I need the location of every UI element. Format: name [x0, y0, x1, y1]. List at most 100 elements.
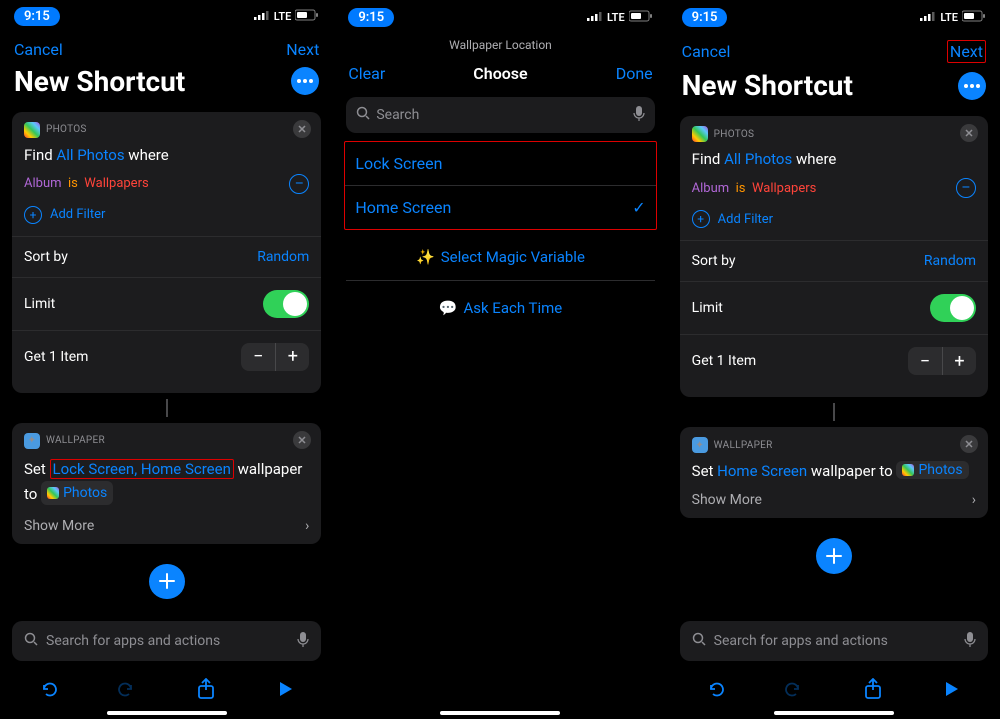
- mic-icon[interactable]: [297, 631, 309, 651]
- share-button[interactable]: [859, 675, 887, 703]
- wallpaper-app-icon: ✦: [24, 433, 40, 449]
- add-filter-button[interactable]: + Add Filter: [24, 206, 309, 224]
- ellipsis-icon: [964, 84, 980, 88]
- get-items-row: Get 1 Item −+: [692, 335, 976, 387]
- undo-button[interactable]: [34, 675, 62, 703]
- show-more-label: Show More: [24, 518, 94, 534]
- card-header: ✦ WALLPAPER: [692, 437, 976, 453]
- filter-row[interactable]: Album is Wallpapers –: [692, 178, 976, 198]
- share-button[interactable]: [192, 675, 220, 703]
- photos-app-icon: [24, 122, 40, 138]
- location-token[interactable]: Home Screen: [717, 462, 807, 480]
- card-app-label: WALLPAPER: [714, 440, 773, 451]
- more-button[interactable]: [291, 67, 319, 95]
- toolbar: [668, 669, 1000, 703]
- next-button[interactable]: Next: [947, 40, 986, 63]
- delete-action-button[interactable]: [293, 431, 311, 449]
- add-filter-button[interactable]: + Add Filter: [692, 210, 976, 228]
- card-header: PHOTOS: [24, 122, 309, 138]
- select-magic-variable-button[interactable]: ✨ Select Magic Variable: [334, 234, 666, 280]
- photos-icon: [902, 464, 914, 476]
- signal-icon: [254, 10, 270, 23]
- nav-bar: Cancel Next: [668, 30, 1000, 69]
- show-more-button[interactable]: Show More ›: [692, 492, 976, 508]
- home-indicator[interactable]: [774, 711, 894, 715]
- filter-field: Album: [24, 176, 62, 191]
- location-token[interactable]: Lock Screen, Home Screen: [50, 459, 234, 479]
- search-icon: [24, 632, 38, 650]
- limit-label: Limit: [692, 300, 723, 316]
- option-lock-screen[interactable]: Lock Screen: [345, 142, 655, 185]
- limit-label: Limit: [24, 296, 55, 312]
- status-right: LTE: [920, 10, 986, 25]
- add-action-button[interactable]: [149, 564, 185, 599]
- more-button[interactable]: [958, 72, 986, 100]
- limit-toggle[interactable]: [263, 290, 309, 318]
- done-button[interactable]: Done: [616, 64, 653, 83]
- check-icon: ✓: [632, 198, 645, 217]
- action-summary: Find All Photos where: [24, 146, 309, 164]
- remove-filter-button[interactable]: –: [956, 178, 976, 198]
- plus-icon: +: [24, 206, 42, 224]
- search-field[interactable]: Search: [346, 97, 654, 133]
- mic-icon[interactable]: [633, 105, 645, 125]
- item-stepper[interactable]: −+: [241, 343, 309, 371]
- undo-button[interactable]: [701, 675, 729, 703]
- sort-by-label: Sort by: [24, 249, 68, 265]
- clear-button[interactable]: Clear: [348, 64, 385, 83]
- time-pill: 9:15: [682, 8, 728, 27]
- next-button[interactable]: Next: [286, 40, 319, 59]
- mic-icon[interactable]: [964, 631, 976, 651]
- cancel-button[interactable]: Cancel: [14, 40, 63, 59]
- remove-filter-button[interactable]: –: [289, 174, 309, 194]
- network-label: LTE: [940, 11, 958, 24]
- battery-icon: [295, 9, 319, 24]
- card-header: PHOTOS: [692, 126, 976, 142]
- show-more-button[interactable]: Show More ›: [24, 518, 309, 534]
- action-search-bar[interactable]: Search for apps and actions: [12, 621, 321, 661]
- nav-bar: Cancel Next: [0, 30, 333, 65]
- sort-by-row[interactable]: Sort by Random: [24, 237, 309, 277]
- item-stepper[interactable]: −+: [908, 347, 976, 375]
- stepper-minus[interactable]: −: [241, 343, 275, 371]
- add-action-button[interactable]: [816, 538, 852, 574]
- all-photos-token[interactable]: All Photos: [724, 150, 792, 168]
- filter-row[interactable]: Album is Wallpapers –: [24, 174, 309, 194]
- battery-icon: [629, 10, 653, 25]
- run-button[interactable]: [938, 675, 966, 703]
- magic-label: Select Magic Variable: [441, 248, 585, 266]
- photos-variable-token[interactable]: Photos: [896, 461, 968, 479]
- sort-by-row[interactable]: Sort by Random: [692, 241, 976, 281]
- all-photos-token[interactable]: All Photos: [56, 146, 124, 164]
- photos-app-icon: [692, 126, 708, 142]
- option-home-screen[interactable]: Home Screen ✓: [345, 185, 655, 229]
- card-app-label: PHOTOS: [46, 124, 87, 135]
- delete-action-button[interactable]: [293, 120, 311, 138]
- bottom-area: Search for apps and actions: [0, 613, 333, 719]
- delete-action-button[interactable]: [960, 435, 978, 453]
- search-placeholder: Search for apps and actions: [714, 633, 888, 649]
- delete-action-button[interactable]: [960, 124, 978, 142]
- action-search-bar[interactable]: Search for apps and actions: [680, 621, 988, 661]
- stepper-plus[interactable]: +: [942, 347, 976, 375]
- stepper-plus[interactable]: +: [275, 343, 309, 371]
- plus-icon: [826, 548, 842, 564]
- home-indicator[interactable]: [107, 711, 227, 715]
- set-label: Set: [24, 460, 46, 478]
- cancel-button[interactable]: Cancel: [682, 42, 731, 61]
- get-item-label: Get 1 Item: [24, 349, 88, 365]
- status-bar: 9:15 LTE: [334, 4, 666, 30]
- stepper-minus[interactable]: −: [908, 347, 942, 375]
- photos-variable-token[interactable]: Photos: [41, 481, 113, 505]
- filter-value: Wallpapers: [752, 181, 816, 196]
- prompt-icon: 💬: [439, 299, 458, 317]
- home-indicator[interactable]: [440, 711, 560, 715]
- wallpaper-label: wallpaper: [238, 460, 303, 478]
- run-button[interactable]: [272, 675, 300, 703]
- page-title: New Shortcut: [682, 69, 853, 102]
- ask-each-time-button[interactable]: 💬 Ask Each Time: [334, 285, 666, 331]
- options-list: Lock Screen Home Screen ✓: [344, 141, 656, 230]
- search-placeholder: Search for apps and actions: [46, 633, 220, 649]
- find-label: Find: [692, 150, 721, 168]
- limit-toggle[interactable]: [930, 294, 976, 322]
